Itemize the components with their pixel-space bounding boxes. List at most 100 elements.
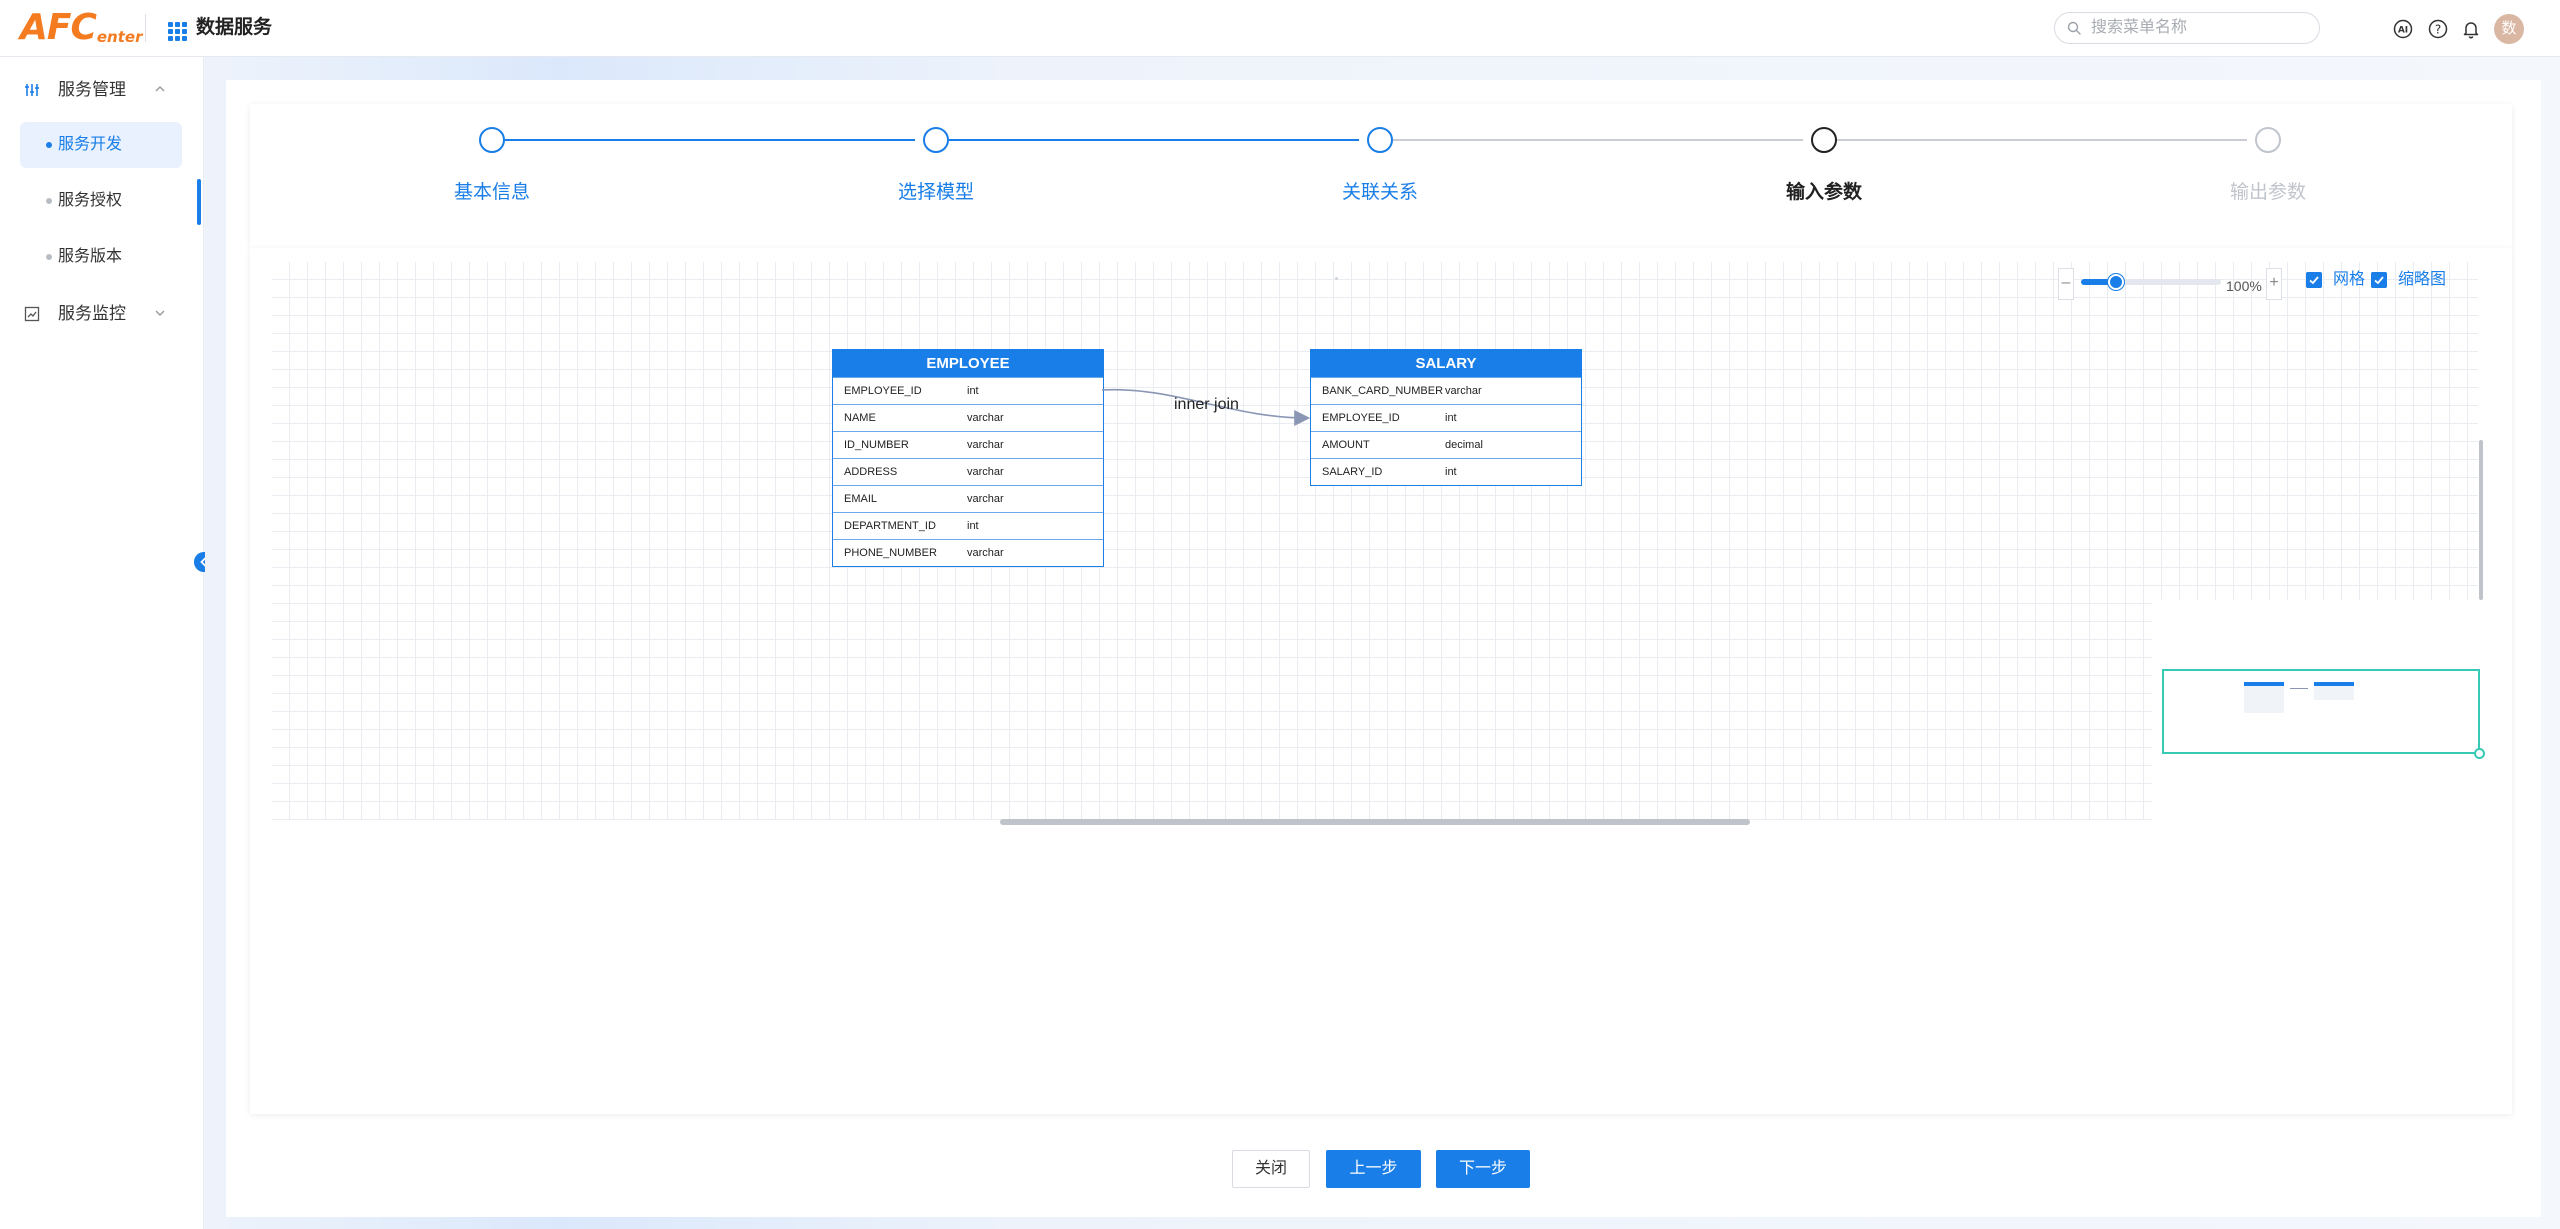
minimap-checkbox-label[interactable]: 缩略图 [2398,270,2446,290]
entity-title: EMPLOYEE [833,350,1103,377]
field-name: DEPARTMENT_ID [844,520,936,532]
active-indicator [197,179,201,225]
sidebar-group-service-monitor[interactable]: 服务监控 [0,294,204,334]
menu-search-input[interactable] [2091,17,2311,39]
chevron-up-icon [155,86,165,92]
step-connector [949,139,1359,141]
chart-icon [24,306,40,322]
sidebar-item-service-dev[interactable]: 服务开发 [20,122,182,168]
minimap-resize-handle[interactable] [2474,748,2485,759]
logo-main-text: AFC [20,7,97,48]
field-type: int [967,385,979,397]
sidebar-item-service-version[interactable]: 服务版本 [20,234,182,280]
horizontal-scrollbar[interactable] [1000,819,1750,825]
sidebar-group-label: 服务管理 [58,80,126,99]
sidebar-item-label: 服务开发 [58,136,123,153]
bullet-dot [46,254,52,260]
step-circle-basic-info[interactable] [479,127,505,153]
sidebar-group-label: 服务监控 [58,304,126,323]
next-step-button[interactable]: 下一步 [1436,1150,1530,1188]
step-circle-input-params[interactable] [1811,127,1837,153]
search-icon [2067,21,2081,35]
field-name: AMOUNT [1322,439,1370,451]
sidebar-item-service-auth[interactable]: 服务授权 [20,178,182,224]
sidebar-item-label: 服务授权 [58,192,123,209]
entity-field-row[interactable]: PHONE_NUMBER varchar [833,539,1103,566]
field-type: varchar [1445,385,1482,397]
zoom-slider[interactable] [2081,274,2221,290]
svg-text:?: ? [2435,23,2441,37]
step-circle-output-params[interactable] [2255,127,2281,153]
entity-field-row[interactable]: EMPLOYEE_ID int [1311,404,1581,431]
entity-employee[interactable]: EMPLOYEE EMPLOYEE_ID int NAME varchar ID_N… [832,349,1104,567]
minimap-entity-employee [2244,682,2284,713]
step-label-select-model[interactable]: 选择模型 [836,182,1036,204]
entity-salary[interactable]: SALARY BANK_CARD_NUMBER varchar EMPLOYEE_… [1310,349,1582,486]
minimap-checkbox[interactable] [2371,272,2387,288]
step-circle-select-model[interactable] [923,127,949,153]
top-header: AFC enter 数据服务 AI ? 数 [0,0,2560,57]
field-name: BANK_CARD_NUMBER [1322,385,1444,397]
field-name: ADDRESS [844,466,898,478]
step-label-output-params[interactable]: 输出参数 [2168,182,2368,204]
zoom-percent: 100% [2226,278,2262,294]
field-type: varchar [967,493,1004,505]
field-name: EMAIL [844,493,878,505]
minimap[interactable] [2162,669,2485,759]
entity-field-row[interactable]: NAME varchar [833,404,1103,431]
step-connector [1393,139,1803,141]
step-circle-relations[interactable] [1367,127,1393,153]
sliders-icon [25,84,39,96]
field-type: varchar [967,439,1004,451]
help-icon[interactable]: ? [2428,19,2448,39]
user-avatar[interactable]: 数 [2494,14,2524,44]
app-logo[interactable]: AFC enter [20,8,142,48]
field-type: int [1445,412,1457,424]
logo-sub-text: enter [96,28,143,46]
chevron-down-icon [155,310,165,316]
entity-field-row[interactable]: BANK_CARD_NUMBER varchar [1311,377,1581,404]
zoom-slider-thumb[interactable] [2108,274,2124,290]
entity-field-row[interactable]: EMPLOYEE_ID int [833,377,1103,404]
ai-icon[interactable]: AI [2393,19,2413,39]
minimap-entity-salary [2314,682,2354,700]
vertical-scrollbar[interactable] [2479,440,2483,600]
field-type: varchar [967,547,1004,559]
menu-search-box[interactable] [2054,12,2320,44]
entity-field-row[interactable]: AMOUNT decimal [1311,431,1581,458]
field-name: NAME [844,412,876,424]
entity-field-row[interactable]: ID_NUMBER varchar [833,431,1103,458]
zoom-in-button[interactable]: + [2266,268,2282,300]
apps-grid-icon[interactable] [168,22,187,41]
er-diagram-canvas[interactable] [272,262,2478,820]
field-type: decimal [1445,439,1483,451]
field-name: PHONE_NUMBER [844,547,937,559]
step-label-input-params[interactable]: 输入参数 [1724,182,1924,204]
sidebar-group-service-management[interactable]: 服务管理 [0,70,204,110]
step-label-relations[interactable]: 关联关系 [1280,182,1480,204]
previous-step-button[interactable]: 上一步 [1326,1150,1421,1188]
step-connector [505,139,915,141]
minimap-edge [2290,688,2308,689]
svg-text:AI: AI [2398,26,2408,36]
entity-field-row[interactable]: DEPARTMENT_ID int [833,512,1103,539]
grid-checkbox-label[interactable]: 网格 [2333,270,2365,290]
entity-field-row[interactable]: SALARY_ID int [1311,458,1581,485]
field-type: varchar [967,466,1004,478]
bullet-dot [46,142,52,148]
grid-checkbox[interactable] [2306,272,2322,288]
app-title: 数据服务 [196,17,273,38]
step-label-basic-info[interactable]: 基本信息 [392,182,592,204]
field-name: EMPLOYEE_ID [844,385,922,397]
zoom-out-button[interactable]: – [2058,268,2074,300]
close-button[interactable]: 关闭 [1232,1150,1310,1188]
join-type-label[interactable]: inner join [1174,396,1239,414]
entity-field-row[interactable]: EMAIL varchar [833,485,1103,512]
step-connector [1837,139,2247,141]
field-name: EMPLOYEE_ID [1322,412,1400,424]
field-name: ID_NUMBER [844,439,909,451]
entity-field-row[interactable]: ADDRESS varchar [833,458,1103,485]
canvas-dot [1335,277,1338,280]
field-type: varchar [967,412,1004,424]
bell-icon[interactable] [2461,19,2481,39]
